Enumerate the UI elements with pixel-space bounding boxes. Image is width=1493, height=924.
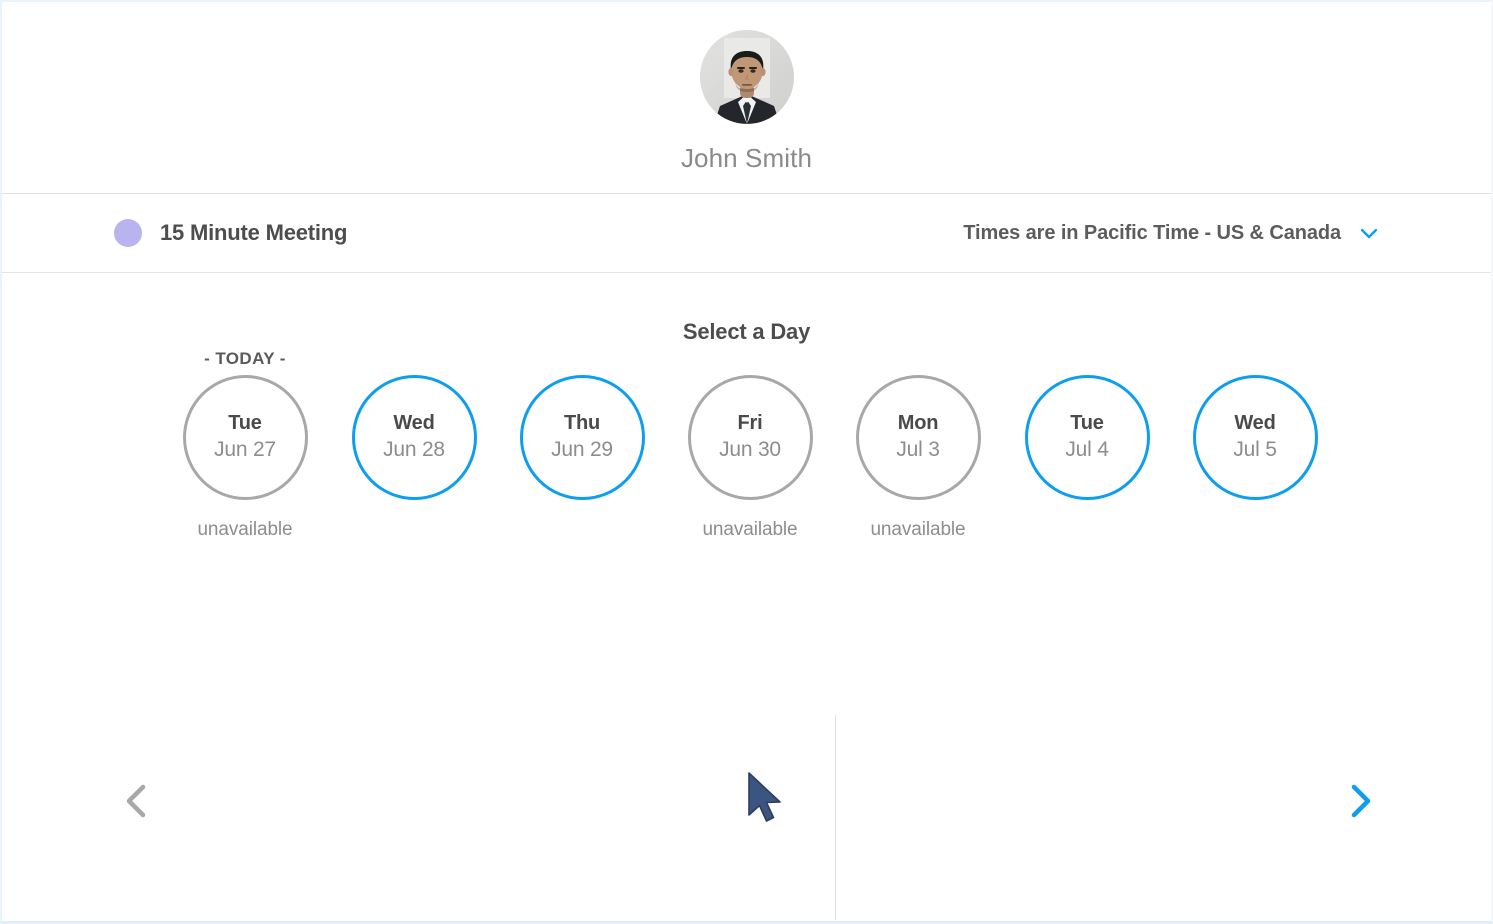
- day-list: - TODAY - Tue Jun 27 unavailable Wed Jun 28 Th…: [2, 349, 1491, 591]
- mouse-pointer-arrow: [748, 772, 781, 822]
- next-week-button[interactable]: [1338, 775, 1382, 827]
- day-circle: Fri Jun 30: [687, 375, 813, 500]
- prev-week-button[interactable]: [115, 775, 159, 827]
- day-of-week: Fri: [737, 412, 763, 435]
- avatar: [699, 30, 794, 124]
- day-option-jun-29[interactable]: Thu Jun 29: [519, 375, 645, 541]
- day-option-jul-5[interactable]: Wed Jul 5: [1192, 375, 1318, 541]
- day-circle: Mon Jul 3: [855, 375, 981, 500]
- day-option-jul-3: Mon Jul 3 unavailable: [855, 375, 981, 541]
- day-status-label: unavailable: [197, 519, 293, 540]
- day-of-week: Wed: [393, 412, 435, 435]
- day-date: Jun 27: [214, 438, 276, 462]
- day-circle[interactable]: Thu Jun 29: [519, 375, 645, 500]
- day-of-week: Wed: [1234, 412, 1276, 435]
- day-of-week: Tue: [1070, 412, 1104, 435]
- week-boundary-divider: [835, 715, 836, 920]
- day-circle[interactable]: Wed Jun 28: [351, 375, 477, 500]
- page-title: Select a Day: [682, 319, 811, 344]
- day-date: Jun 29: [551, 438, 613, 462]
- day-circle[interactable]: Tue Jul 4: [1024, 375, 1150, 500]
- day-circle: Tue Jun 27: [182, 375, 308, 500]
- day-picker-section: Select a Day - TODAY - Tue Jun 27 unavailab…: [2, 319, 1491, 920]
- host-name: John Smith: [680, 143, 813, 173]
- day-option-jun-30: Fri Jun 30 unavailable: [687, 375, 813, 541]
- day-date: Jul 3: [896, 438, 940, 462]
- event-title: 15 Minute Meeting: [160, 220, 348, 245]
- day-option-jun-27: - TODAY - Tue Jun 27 unavailable: [182, 349, 308, 541]
- day-date: Jun 28: [383, 438, 445, 462]
- timezone-selector[interactable]: Times are in Pacific Time - US & Canada: [963, 222, 1379, 245]
- day-date: Jul 5: [1233, 438, 1277, 462]
- day-of-week: Tue: [228, 412, 262, 435]
- profile-header: John Smith: [2, 2, 1491, 194]
- day-status-label: unavailable: [870, 519, 966, 540]
- timezone-label: Times are in Pacific Time - US & Canada: [963, 221, 1341, 244]
- day-of-week: Mon: [897, 412, 939, 435]
- user-portrait-avatar: [699, 30, 794, 124]
- chevron-down-icon: [1360, 228, 1378, 239]
- chevron-right-icon: [1351, 784, 1371, 818]
- scheduling-page: John Smith 15 Minute Meeting Times are i…: [0, 0, 1493, 924]
- day-carousel: - TODAY - Tue Jun 27 unavailable Wed Jun 28 Th…: [2, 349, 1491, 591]
- day-option-jun-28[interactable]: Wed Jun 28: [351, 375, 477, 541]
- day-status-label: unavailable: [702, 519, 798, 540]
- day-option-jul-4[interactable]: Tue Jul 4: [1024, 375, 1150, 541]
- day-date: Jun 30: [719, 438, 781, 462]
- day-of-week: Thu: [563, 412, 601, 435]
- day-date: Jul 4: [1065, 438, 1109, 462]
- chevron-left-icon: [126, 784, 146, 818]
- event-color-dot: [114, 219, 142, 247]
- event-info: 15 Minute Meeting: [114, 219, 347, 247]
- event-bar: 15 Minute Meeting Times are in Pacific T…: [2, 194, 1491, 273]
- today-label: - TODAY -: [204, 349, 286, 368]
- day-circle[interactable]: Wed Jul 5: [1192, 375, 1318, 500]
